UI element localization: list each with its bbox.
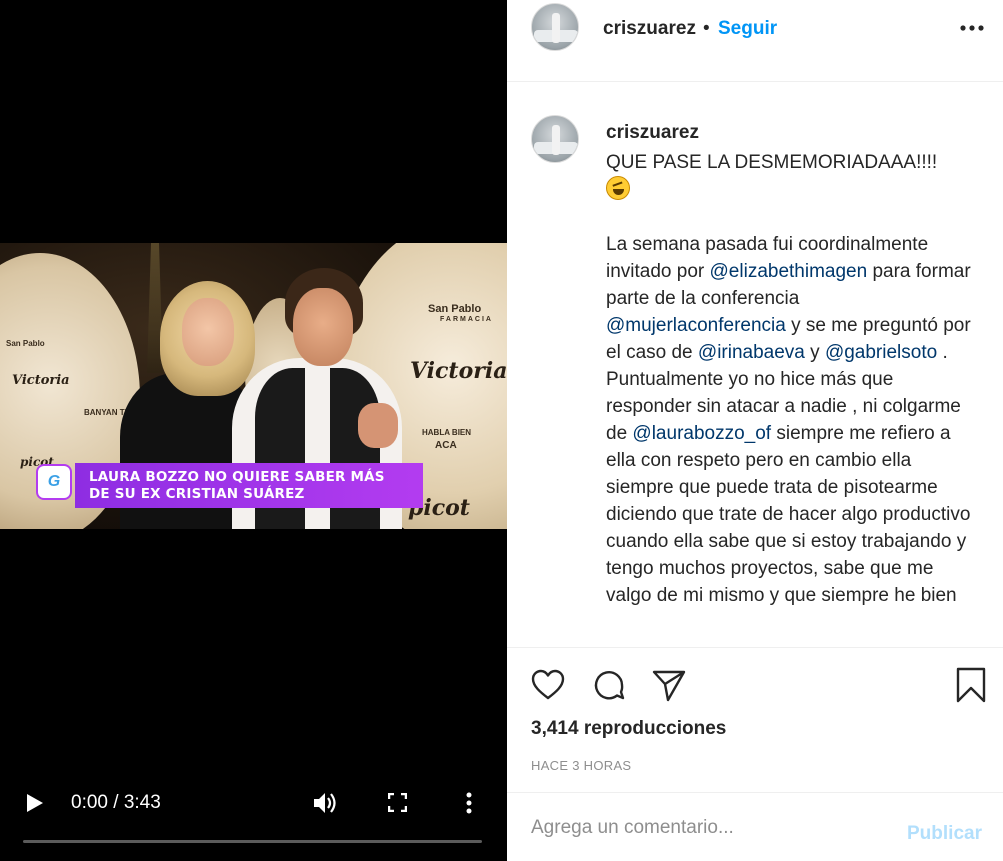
separator-dot: •: [703, 18, 710, 39]
caption-paragraph: La semana pasada fui coordinalmente invi…: [606, 231, 976, 609]
fullscreen-icon[interactable]: [388, 793, 407, 812]
caption-line-1: QUE PASE LA DESMEMORIADAAA!!!!: [606, 152, 938, 173]
caption-avatar[interactable]: [531, 115, 579, 163]
video-player[interactable]: San Pablo Victoria BANYAN TR picot San P…: [0, 0, 507, 861]
timestamp[interactable]: HACE 3 HORAS: [531, 758, 631, 773]
woman-face: [182, 298, 234, 366]
video-time: 0:00 / 3:43: [71, 792, 161, 813]
post-header: criszuarez • Seguir: [507, 0, 1003, 82]
logo-aca: ACA: [435, 440, 457, 451]
post-actions: 3,414 reproducciones HACE 3 HORAS: [507, 647, 1003, 792]
logo-farmacia: FARMACIA: [440, 316, 493, 323]
video-frame[interactable]: San Pablo Victoria BANYAN TR picot San P…: [0, 243, 507, 529]
progress-bar[interactable]: [23, 840, 482, 843]
caption-text-part: y: [804, 342, 825, 363]
logo-victoria-right: Victoria: [410, 358, 507, 384]
more-vertical-icon[interactable]: [466, 792, 472, 814]
logo-san-pablo-right: San Pablo: [428, 303, 482, 315]
heart-icon[interactable]: [530, 667, 566, 703]
comment-icon[interactable]: [591, 667, 627, 703]
more-options-icon[interactable]: [959, 18, 985, 38]
bookmark-icon[interactable]: [953, 667, 989, 703]
post-panel: criszuarez • Seguir criszuarez QUE PASE …: [507, 0, 1003, 861]
caption-headline: QUE PASE LA DESMEMORIADAAA!!!!: [606, 149, 976, 176]
mention-link[interactable]: @gabrielsoto: [825, 342, 937, 363]
mention-link[interactable]: @irinabaeva: [698, 342, 805, 363]
banner-line-1: LAURA BOZZO NO QUIERE SABER MÁS: [89, 469, 385, 485]
follow-button[interactable]: Seguir: [718, 18, 777, 40]
mention-link[interactable]: @laurabozzo_of: [632, 423, 771, 444]
logo-victoria-left: Victoria: [12, 373, 70, 388]
video-controls: 0:00 / 3:43: [0, 780, 507, 861]
caption-text: QUE PASE LA DESMEMORIADAAA!!!! La semana…: [606, 149, 976, 609]
man-hand: [358, 403, 398, 448]
man-face: [293, 288, 353, 366]
header-username[interactable]: criszuarez: [603, 18, 696, 40]
avatar[interactable]: [531, 3, 579, 51]
mention-link[interactable]: @elizabethimagen: [710, 261, 868, 282]
volume-icon[interactable]: [314, 792, 338, 814]
news-banner: LAURA BOZZO NO QUIERE SABER MÁS DE SU EX…: [75, 463, 423, 508]
caption-username[interactable]: criszuarez: [606, 122, 699, 144]
laughing-emoji-icon: [606, 176, 630, 200]
logo-habla-bien: HABLA BIEN: [422, 428, 472, 437]
share-icon[interactable]: [651, 667, 687, 703]
banner-line-2: DE SU EX CRISTIAN SUÁREZ: [89, 486, 305, 502]
view-count[interactable]: 3,414 reproducciones: [531, 718, 726, 740]
comment-box: Publicar: [507, 792, 1003, 861]
channel-logo: G: [38, 466, 70, 498]
comment-input[interactable]: [531, 813, 871, 843]
mention-link[interactable]: @mujerlaconferencia: [606, 315, 786, 336]
caption-text-part: siempre me refiero a ella con respeto pe…: [606, 423, 971, 606]
caption-area[interactable]: criszuarez QUE PASE LA DESMEMORIADAAA!!!…: [507, 82, 1003, 647]
logo-san-pablo-left: San Pablo: [6, 339, 45, 348]
play-icon[interactable]: [27, 794, 43, 812]
publish-button[interactable]: Publicar: [907, 823, 982, 845]
